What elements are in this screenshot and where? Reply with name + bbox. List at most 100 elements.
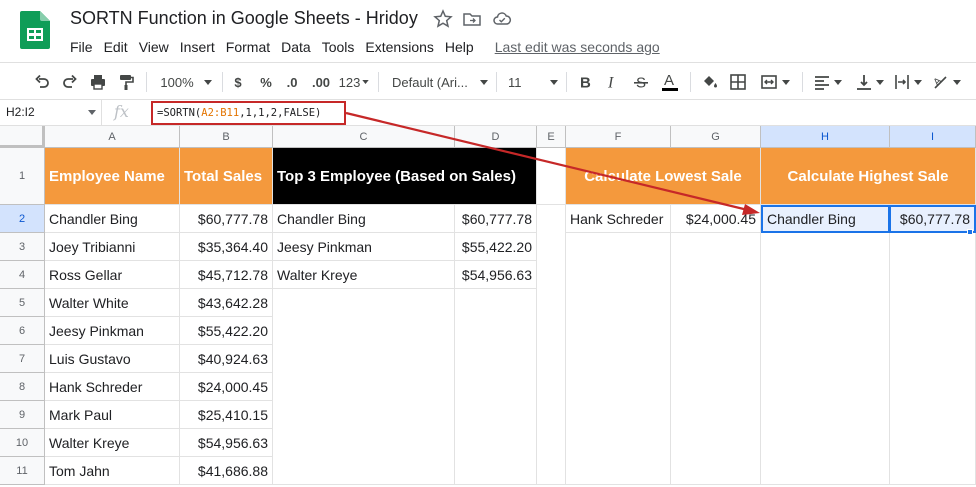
column-header-h[interactable]: H [761,126,890,148]
row-header-4[interactable]: 4 [0,261,45,289]
employee-sales-cell[interactable]: $40,924.63 [180,345,273,373]
text-rotation-icon[interactable]: A [928,63,964,101]
bold-icon[interactable]: B [574,63,596,101]
menu-view[interactable]: View [139,38,169,56]
employee-name-cell[interactable]: Luis Gustavo [45,345,180,373]
top3-name-cell[interactable]: Chandler Bing [273,205,455,233]
row-header-5[interactable]: 5 [0,289,45,317]
strikethrough-icon[interactable]: S [630,63,652,101]
header-lowest-sale[interactable]: Calculate Lowest Sale [566,148,761,205]
column-header-e[interactable]: E [537,126,566,148]
name-box[interactable]: H2:I2 [0,100,102,126]
employee-name-cell[interactable]: Walter White [45,289,180,317]
paint-format-icon[interactable] [114,63,138,101]
employee-sales-cell[interactable]: $35,364.40 [180,233,273,261]
menu-help[interactable]: Help [445,38,474,56]
highest-sales-cell[interactable]: $60,777.78 [889,205,976,233]
empty-cells-g[interactable] [671,233,761,485]
currency-format-button[interactable]: $ [228,63,248,101]
sheets-logo-icon[interactable] [20,11,50,49]
text-wrapping-icon[interactable] [890,63,924,101]
menu-format[interactable]: Format [226,38,270,56]
print-icon[interactable] [86,63,110,101]
menu-insert[interactable]: Insert [180,38,215,56]
employee-sales-cell[interactable]: $55,422.20 [180,317,273,345]
increase-decimal-button[interactable]: .00 [308,63,334,101]
row-header-8[interactable]: 8 [0,373,45,401]
column-header-a[interactable]: A [45,126,180,148]
employee-sales-cell[interactable]: $25,410.15 [180,401,273,429]
column-header-b[interactable]: B [180,126,273,148]
lowest-sales-cell[interactable]: $24,000.45 [671,205,761,233]
employee-sales-cell[interactable]: $54,956.63 [180,429,273,457]
highest-name-cell[interactable]: Chandler Bing [761,205,890,233]
decrease-decimal-button[interactable]: .0 [282,63,302,101]
italic-icon[interactable]: I [602,63,624,101]
header-employee-name[interactable]: Employee Name [45,148,180,205]
column-header-g[interactable]: G [671,126,761,148]
employee-name-cell[interactable]: Ross Gellar [45,261,180,289]
row-header-1[interactable]: 1 [0,148,45,205]
employee-sales-cell[interactable]: $41,686.88 [180,457,273,485]
formula-input[interactable]: =SORTN(A2:B11,1,1,2,FALSE) [151,101,346,125]
borders-icon[interactable] [726,63,750,101]
cloud-status-icon[interactable] [492,9,512,29]
employee-name-cell[interactable]: Joey Tribianni [45,233,180,261]
select-all-corner[interactable] [0,126,45,148]
employee-name-cell[interactable]: Tom Jahn [45,457,180,485]
lowest-name-cell[interactable]: Hank Schreder [566,205,671,233]
row-header-7[interactable]: 7 [0,345,45,373]
column-header-c[interactable]: C [273,126,455,148]
employee-sales-cell[interactable]: $24,000.45 [180,373,273,401]
menu-extensions[interactable]: Extensions [365,38,433,56]
horizontal-align-icon[interactable] [810,63,844,101]
menu-data[interactable]: Data [281,38,311,56]
employee-sales-cell[interactable]: $60,777.78 [180,205,273,233]
column-header-f[interactable]: F [566,126,671,148]
header-total-sales[interactable]: Total Sales [180,148,273,205]
empty-cells-h[interactable] [761,233,890,485]
row-header-3[interactable]: 3 [0,233,45,261]
top3-sales-cell[interactable]: $54,956.63 [455,261,537,289]
percent-format-button[interactable]: % [256,63,276,101]
undo-icon[interactable] [30,63,54,101]
menu-file[interactable]: File [70,38,93,56]
row-header-9[interactable]: 9 [0,401,45,429]
employee-sales-cell[interactable]: $43,642.28 [180,289,273,317]
employee-name-cell[interactable]: Hank Schreder [45,373,180,401]
row-header-2[interactable]: 2 [0,205,45,233]
merge-cells-icon[interactable] [756,63,794,101]
top3-sales-cell[interactable]: $60,777.78 [455,205,537,233]
menu-edit[interactable]: Edit [104,38,128,56]
vertical-align-icon[interactable] [852,63,886,101]
header-highest-sale[interactable]: Calculate Highest Sale [761,148,976,205]
empty-cells-d[interactable] [455,289,537,485]
employee-name-cell[interactable]: Walter Kreye [45,429,180,457]
more-formats-button[interactable]: 123 [338,63,370,101]
menu-tools[interactable]: Tools [322,38,355,56]
cell-e1[interactable] [537,148,566,205]
top3-sales-cell[interactable]: $55,422.20 [455,233,537,261]
empty-cells-f[interactable] [566,233,671,485]
employee-sales-cell[interactable]: $45,712.78 [180,261,273,289]
fill-color-icon[interactable] [698,63,722,101]
header-top3-employee[interactable]: Top 3 Employee (Based on Sales) [273,148,537,205]
star-icon[interactable] [433,9,453,29]
font-select[interactable]: Default (Ari... [392,63,488,101]
row-header-10[interactable]: 10 [0,429,45,457]
employee-name-cell[interactable]: Mark Paul [45,401,180,429]
column-header-i[interactable]: I [890,126,976,148]
last-edit-link[interactable]: Last edit was seconds ago [495,39,660,55]
empty-cells-e[interactable] [537,205,566,485]
empty-cells-c[interactable] [273,289,455,485]
text-color-icon[interactable]: A [658,63,682,101]
top3-name-cell[interactable]: Jeesy Pinkman [273,233,455,261]
employee-name-cell[interactable]: Jeesy Pinkman [45,317,180,345]
row-header-11[interactable]: 11 [0,457,45,485]
row-header-6[interactable]: 6 [0,317,45,345]
zoom-select[interactable]: 100% [156,63,216,101]
top3-name-cell[interactable]: Walter Kreye [273,261,455,289]
redo-icon[interactable] [58,63,82,101]
empty-cells-i[interactable] [890,233,976,485]
document-title[interactable]: SORTN Function in Google Sheets - Hridoy [70,8,418,29]
